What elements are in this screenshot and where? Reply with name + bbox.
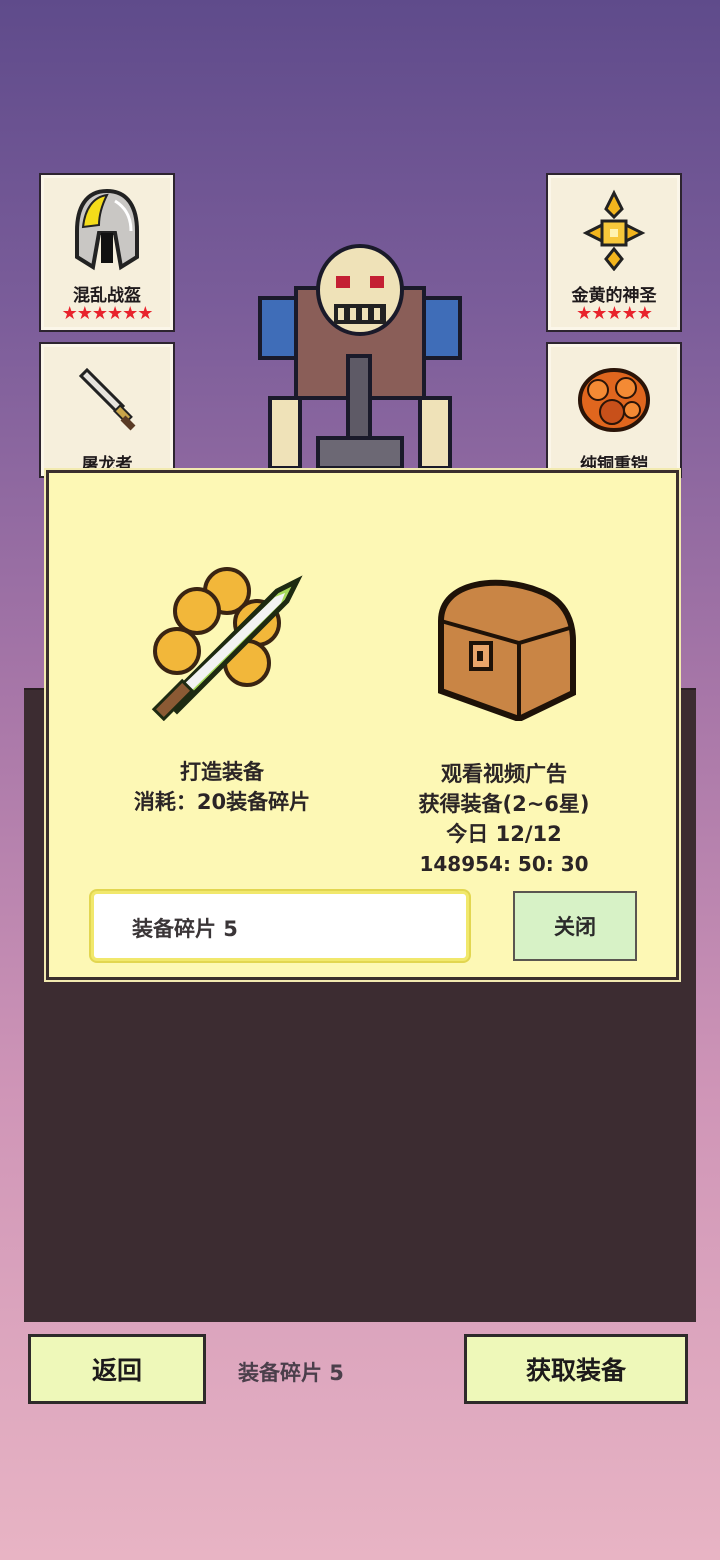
video-reward: 获得装备(2~6星) [418, 792, 590, 816]
equipment-card-dagger[interactable]: 屠龙者 [39, 342, 175, 478]
equipment-card-helmet[interactable]: 混乱战盔 ★★★★★★ [39, 173, 175, 332]
close-button[interactable]: 关闭 [513, 891, 637, 961]
star-rating: ★★★★★★ [61, 303, 154, 324]
copper-armor-icon [578, 368, 650, 432]
sword-coins-icon [151, 567, 303, 721]
fragments-display: 装备碎片 5 [91, 891, 469, 961]
video-timer: 148954: 50: 30 [419, 852, 589, 876]
dagger-icon [78, 367, 136, 431]
back-button[interactable]: 返回 [28, 1334, 206, 1404]
equipment-card-golden-cross[interactable]: 金黄的神圣 ★★★★★ [546, 173, 682, 332]
get-equipment-dialog: 打造装备 消耗：20装备碎片 观看视频广告 获得装备(2~6星) 今日 12/1… [46, 470, 679, 980]
craft-cost: 消耗：20装备碎片 [133, 790, 311, 814]
video-daily-count: 今日 12/12 [446, 822, 562, 846]
helmet-icon [75, 188, 139, 271]
fragments-count: 装备碎片 5 [132, 917, 238, 941]
skeleton-boss-icon [258, 244, 462, 470]
get-equipment-button[interactable]: 获取装备 [464, 1334, 688, 1404]
watch-video-option[interactable]: 观看视频广告 获得装备(2~6星) 今日 12/12 148954: 50: 3… [369, 759, 639, 879]
fragments-count: 装备碎片 5 [238, 1361, 344, 1385]
star-rating: ★★★★★ [576, 303, 653, 324]
craft-equipment-option[interactable]: 打造装备 消耗：20装备碎片 [87, 757, 357, 817]
craft-title: 打造装备 [180, 760, 264, 784]
golden-cross-icon [582, 189, 646, 271]
equipment-card-copper-armor[interactable]: 纯铜重铠 [546, 342, 682, 478]
video-title: 观看视频广告 [441, 762, 567, 786]
treasure-chest-icon [438, 579, 576, 721]
